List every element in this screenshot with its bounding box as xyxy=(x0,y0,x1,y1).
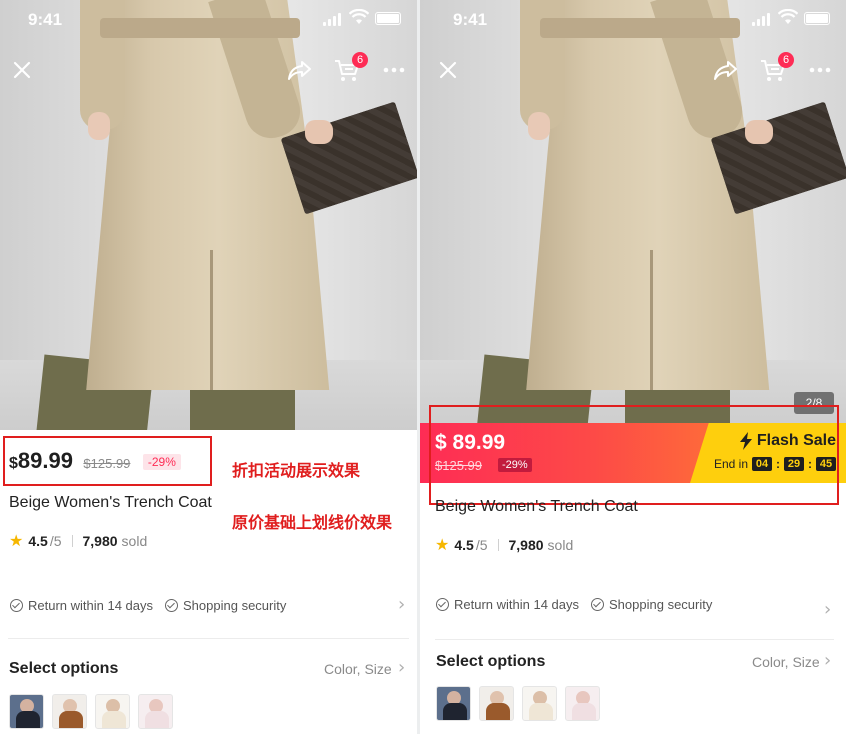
shopping-security: Shopping security xyxy=(183,598,287,613)
annotation-discount: 折扣活动展示效果 xyxy=(232,463,361,480)
sold-label: sold xyxy=(121,533,148,549)
option-thumb[interactable] xyxy=(95,694,130,729)
status-bar: 9:41 xyxy=(0,0,417,29)
highlight-box xyxy=(429,405,839,505)
chevron-right-icon[interactable]: › xyxy=(824,650,831,671)
select-options-title[interactable]: Select options xyxy=(436,653,545,671)
highlight-box xyxy=(3,436,212,486)
select-options-meta[interactable]: Color, Size xyxy=(324,661,392,677)
cellular-signal-icon xyxy=(323,12,343,26)
product-screen-right: 9:41 6 2/8 $ 89.99 $125.99 -29% Flash Sa… xyxy=(420,0,846,734)
status-time: 9:41 xyxy=(453,10,488,29)
share-icon[interactable] xyxy=(286,56,314,84)
chevron-right-icon[interactable]: › xyxy=(824,599,831,620)
rating-scale: /5 xyxy=(475,537,488,553)
product-title: Beige Women's Trench Coat xyxy=(9,494,212,511)
rating-row: ★ 4.5 /5 7,980 sold xyxy=(435,535,573,555)
option-thumb[interactable] xyxy=(52,694,87,729)
battery-icon xyxy=(375,12,401,25)
return-policy: Return within 14 days xyxy=(454,597,580,612)
option-thumbnails xyxy=(436,686,600,721)
wifi-icon xyxy=(778,9,798,24)
check-circle-icon xyxy=(436,598,449,611)
sold-label: sold xyxy=(547,537,574,553)
option-thumb[interactable] xyxy=(138,694,173,729)
service-row[interactable]: Return within 14 days Shopping security xyxy=(10,598,286,613)
share-icon[interactable] xyxy=(712,56,740,84)
option-thumb[interactable] xyxy=(565,686,600,721)
check-circle-icon xyxy=(10,599,23,612)
annotation-strikethrough: 原价基础上划线价效果 xyxy=(232,515,393,532)
option-thumb[interactable] xyxy=(479,686,514,721)
select-options-meta[interactable]: Color, Size xyxy=(752,654,820,670)
more-icon[interactable] xyxy=(806,56,834,84)
service-row[interactable]: Return within 14 days Shopping security xyxy=(436,597,712,612)
divider xyxy=(8,638,409,639)
more-icon[interactable] xyxy=(380,56,408,84)
chevron-right-icon[interactable]: › xyxy=(398,657,405,678)
sold-count: 7,980 xyxy=(82,533,118,549)
star-icon: ★ xyxy=(435,537,450,554)
select-options-title[interactable]: Select options xyxy=(9,660,118,678)
option-thumbnails xyxy=(9,694,173,729)
status-bar: 9:41 xyxy=(420,0,846,29)
close-icon[interactable] xyxy=(434,56,462,84)
chevron-right-icon[interactable]: › xyxy=(398,594,405,615)
return-policy: Return within 14 days xyxy=(28,598,154,613)
option-thumb[interactable] xyxy=(522,686,557,721)
close-icon[interactable] xyxy=(8,56,36,84)
rating-row: ★ 4.5 /5 7,980 sold xyxy=(9,531,147,551)
shopping-security: Shopping security xyxy=(609,597,713,612)
rating-value: 4.5 xyxy=(28,533,48,549)
option-thumb[interactable] xyxy=(436,686,471,721)
status-time: 9:41 xyxy=(28,10,63,29)
sold-count: 7,980 xyxy=(508,537,544,553)
cart-badge: 6 xyxy=(778,52,794,68)
check-circle-icon xyxy=(165,599,179,612)
wifi-icon xyxy=(349,9,369,24)
battery-icon xyxy=(804,12,830,25)
cart-badge: 6 xyxy=(352,52,368,68)
cellular-signal-icon xyxy=(752,12,772,26)
star-icon: ★ xyxy=(9,533,24,550)
rating-value: 4.5 xyxy=(454,537,474,553)
rating-scale: /5 xyxy=(49,533,62,549)
product-screen-left: 9:41 6 $89.99 $125.99 -29% 折扣活动展示效果 原价基础… xyxy=(0,0,417,734)
check-circle-icon xyxy=(591,598,605,611)
product-title: Beige Women's Trench Coat xyxy=(435,498,638,515)
option-thumb[interactable] xyxy=(9,694,44,729)
divider xyxy=(435,639,834,640)
